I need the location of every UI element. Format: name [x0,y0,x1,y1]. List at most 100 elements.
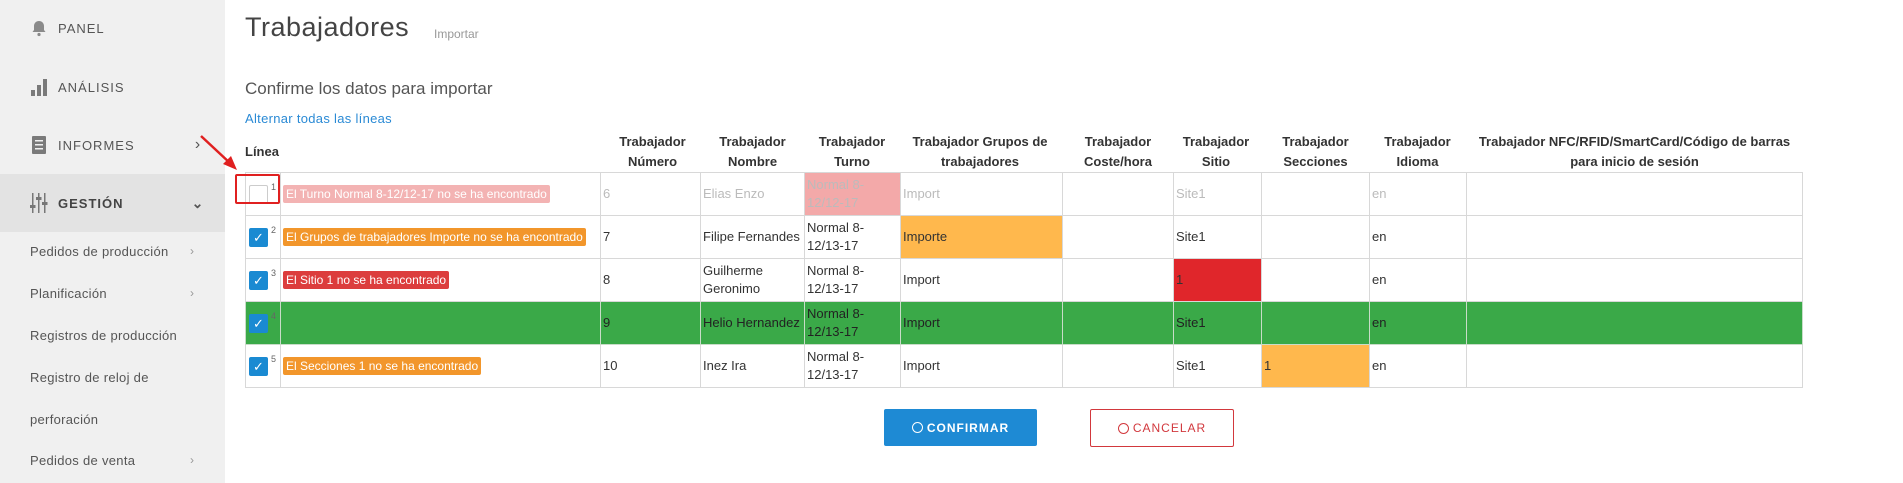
page-title: Trabajadores [245,12,410,42]
sliders-icon [28,192,50,214]
grupos-cell: Import [900,344,1063,388]
warning-badge: El Grupos de trabajadores Importe no se … [283,228,586,246]
confirm-button[interactable]: CONFIRMAR [884,409,1037,446]
sidebar: PANEL ANÁLISIS INFORMES › GESTIÓN ⌄ Pedi… [0,0,225,483]
grupos-cell: Importe [900,215,1063,259]
line-number: 5 [271,354,277,365]
sitio-cell: Site1 [1173,172,1262,216]
nfc-cell [1466,258,1803,302]
numero-cell: 9 [600,301,701,345]
error-cell: El Turno Normal 8-12/12-17 no se ha enco… [280,172,601,216]
sidebar-item-registro-reloj[interactable]: Registro de reloj de [30,370,149,385]
turno-cell: Normal 8-12/13-17 [804,258,901,302]
idioma-cell: en [1369,172,1467,216]
error-badge: El Turno Normal 8-12/12-17 no se ha enco… [283,185,550,203]
sidebar-item-label: Planificación [30,286,107,301]
grupos-cell: Import [900,172,1063,216]
row-checkbox-cell[interactable]: ✓ 2 [245,215,281,259]
table-row: 1 El Turno Normal 8-12/12-17 no se ha en… [245,172,1803,216]
idioma-cell: en [1369,215,1467,259]
nfc-cell [1466,301,1803,345]
row-checkbox[interactable]: ✓ [249,313,268,333]
sitio-cell: Site1 [1173,344,1262,388]
error-badge: El Sitio 1 no se ha encontrado [283,271,450,289]
nombre-cell: Elias Enzo [700,172,805,216]
nfc-cell [1466,172,1803,216]
sidebar-item-label: Registros de producción [30,328,178,343]
numero-cell: 7 [600,215,701,259]
annotation-arrow [200,135,237,170]
chevron-right-icon: › [190,453,195,467]
nombre-cell: Inez Ira [700,344,805,388]
secciones-cell [1261,301,1370,345]
toggle-all-lines-link[interactable]: Alternar todas las líneas [245,111,392,126]
document-icon [28,134,50,156]
idioma-cell: en [1369,301,1467,345]
secciones-cell [1261,215,1370,259]
sitio-cell: Site1 [1173,301,1262,345]
sidebar-item-pedidos-venta[interactable]: Pedidos de venta › [30,453,194,468]
coste-cell [1062,172,1174,216]
col-header-coste: Trabajador Coste/hora [1084,134,1152,169]
error-cell: El Secciones 1 no se ha encontrado [280,344,601,388]
sidebar-item-pedidos-produccion[interactable]: Pedidos de producción › [30,244,194,259]
row-checkbox-cell[interactable]: ✓ 4 [245,301,281,345]
circle-check-icon [911,422,923,433]
coste-cell [1062,301,1174,345]
sidebar-item-registros-produccion[interactable]: Registros de producción [30,328,177,343]
sidebar-item-planificacion[interactable]: Planificación › [30,286,194,301]
sidebar-item-registro-reloj-cont[interactable]: perforación [30,412,98,427]
secciones-cell: 1 [1261,344,1370,388]
nombre-cell: Guilherme Geronimo [700,258,805,302]
nav-analisis-label: ANÁLISIS [58,79,125,95]
sidebar-item-label: Pedidos de producción [30,244,169,259]
turno-cell: Normal 8-12/13-17 [804,215,901,259]
numero-cell: 10 [600,344,701,388]
confirm-label: CONFIRMAR [926,420,1010,435]
col-header-secciones: Trabajador Secciones [1282,134,1349,169]
col-header-nombre: Trabajador Nombre [719,134,786,169]
row-checkbox[interactable]: ✓ [249,227,268,247]
nav-gestion[interactable]: GESTIÓN ⌄ [0,174,225,232]
sidebar-item-label: perforación [30,412,99,427]
row-checkbox[interactable]: ✓ [249,270,268,290]
bar-chart-icon [28,76,50,98]
page-subtitle: Importar [434,27,479,41]
coste-cell [1062,215,1174,259]
line-number: 2 [271,225,277,236]
nombre-cell: Filipe Fernandes [700,215,805,259]
nav-panel-label: PANEL [58,20,105,36]
nav-panel[interactable]: PANEL [28,17,105,39]
nfc-cell [1466,215,1803,259]
row-checkbox[interactable]: ✓ [249,356,268,376]
col-header-idioma: Trabajador Idioma [1384,134,1451,169]
chevron-right-icon: › [190,244,195,258]
nav-informes[interactable]: INFORMES › [28,134,200,156]
circle-x-icon [1117,422,1129,434]
bell-icon [28,17,50,39]
table-row: ✓ 4 9 Helio Hernandez Normal 8-12/13-17 I… [245,301,1803,345]
turno-cell: Normal 8-12/13-17 [804,301,901,345]
cancel-label: CANCELAR [1132,421,1207,435]
turno-cell: Normal 8-12/12-17 [804,172,901,216]
idioma-cell: en [1369,344,1467,388]
nfc-cell [1466,344,1803,388]
col-header-nfc: Trabajador NFC/RFID/SmartCard/Código de … [1478,134,1791,169]
error-cell [280,301,601,345]
cancel-button[interactable]: CANCELAR [1090,409,1234,447]
nav-analisis[interactable]: ANÁLISIS [28,76,125,98]
chevron-right-icon: › [190,286,195,300]
nav-informes-label: INFORMES [58,137,135,153]
chevron-down-icon: ⌄ [191,194,205,211]
sitio-cell: Site1 [1173,215,1262,259]
table-row: ✓ 3 El Sitio 1 no se ha encontrado 8 Guil… [245,258,1803,302]
row-checkbox-cell[interactable]: ✓ 3 [245,258,281,302]
error-cell: El Sitio 1 no se ha encontrado [280,258,601,302]
error-cell: El Grupos de trabajadores Importe no se … [280,215,601,259]
nombre-cell: Helio Hernandez [700,301,805,345]
col-header-grupos: Trabajador Grupos de trabajadores [912,134,1048,169]
row-checkbox-cell[interactable]: ✓ 5 [245,344,281,388]
line-number: 3 [271,268,277,279]
coste-cell [1062,258,1174,302]
col-header-sitio: Trabajador Sitio [1182,134,1250,169]
